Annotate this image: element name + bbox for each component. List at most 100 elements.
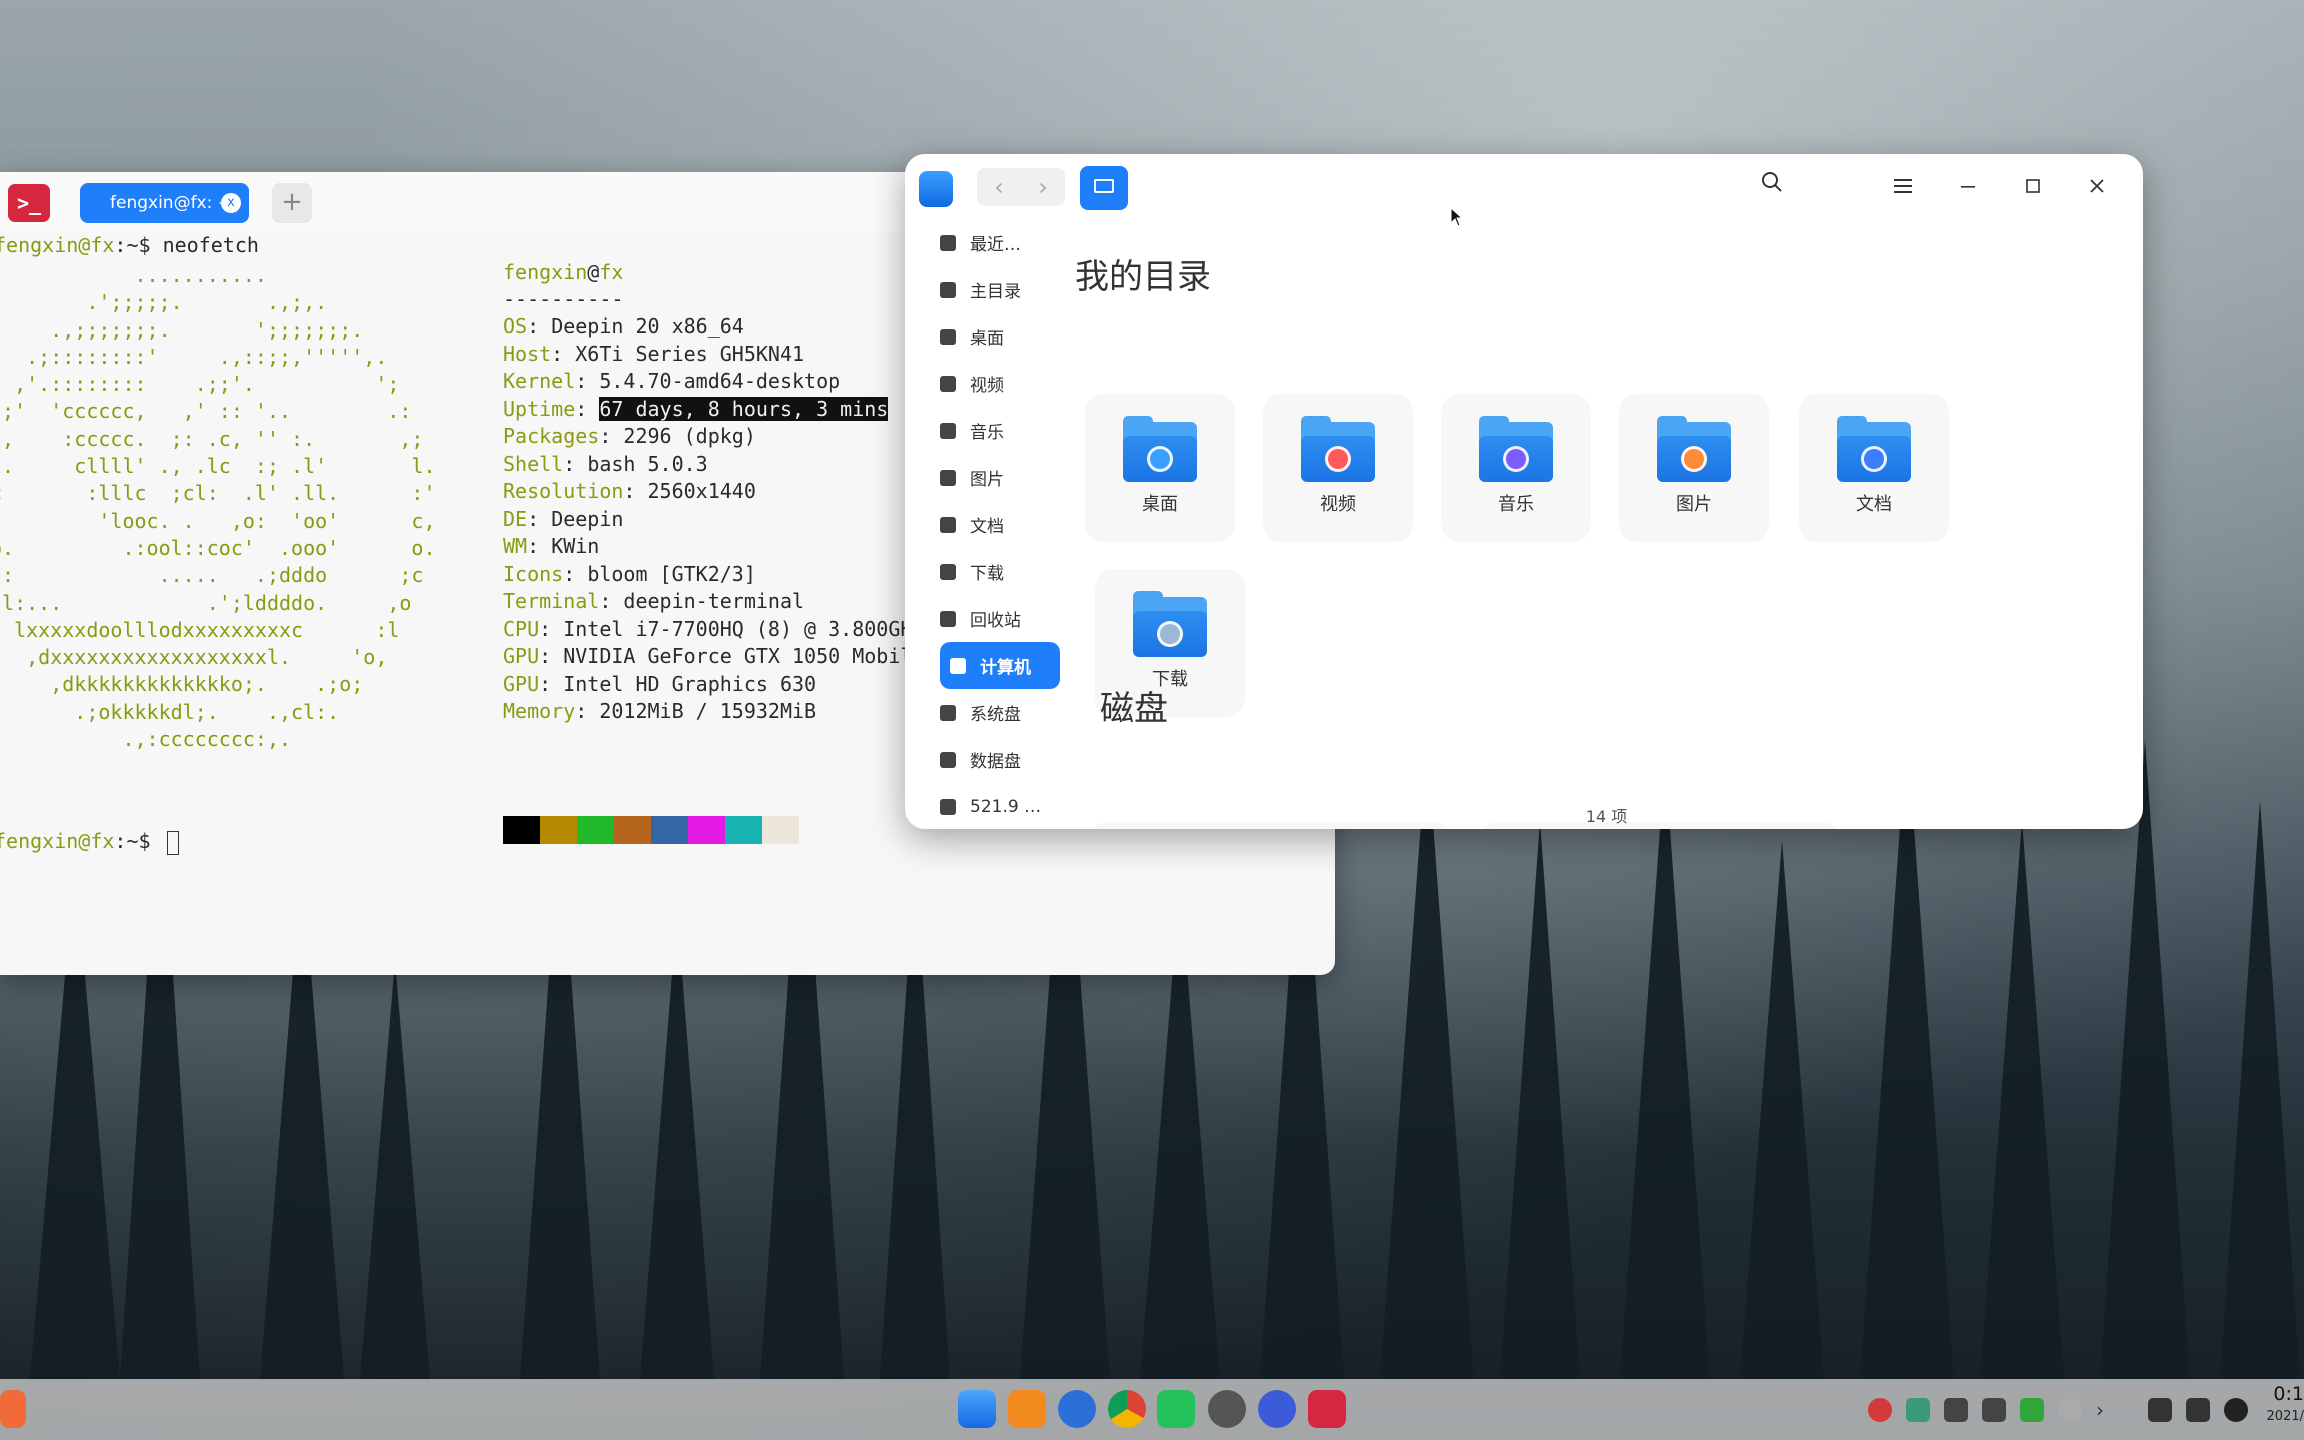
sidebar-item-6[interactable]: 文档 bbox=[930, 501, 1070, 548]
tree bbox=[2100, 740, 2190, 1380]
obs-icon[interactable] bbox=[1208, 1390, 1246, 1428]
music-icon bbox=[940, 422, 956, 439]
system-monitor-icon[interactable] bbox=[1258, 1390, 1296, 1428]
info-value: 2012MiB / 15932MiB bbox=[599, 699, 817, 723]
music-player-icon[interactable] bbox=[1157, 1390, 1195, 1428]
info-value: X6Ti Series GH5KN41 bbox=[575, 341, 805, 366]
sidebar-item-11[interactable]: 数据盘 bbox=[930, 736, 1070, 783]
file-manager-taskbar-icon[interactable] bbox=[958, 1390, 996, 1428]
info-key: GPU bbox=[503, 644, 540, 668]
info-line-gpu: GPU: Intel HD Graphics 630 bbox=[503, 671, 816, 698]
computer-icon bbox=[950, 657, 966, 674]
network-icon[interactable] bbox=[1982, 1398, 2006, 1422]
info-header: fengxin@fx bbox=[503, 259, 623, 286]
sidebar-item-7[interactable]: 下载 bbox=[930, 548, 1070, 595]
sidebar-item-10[interactable]: 系统盘 bbox=[930, 689, 1070, 736]
menu-button[interactable] bbox=[1883, 168, 1923, 208]
clock-time[interactable]: 0:1 bbox=[2273, 1383, 2304, 1405]
sidebar-item-label: 图片 bbox=[970, 470, 1004, 490]
info-line-resolution: Resolution: 2560x1440 bbox=[503, 478, 756, 505]
info-line-memory: Memory: 2012MiB / 15932MiB bbox=[503, 698, 816, 725]
color-swatch bbox=[614, 816, 651, 844]
info-value: 2296 (dpkg) bbox=[623, 424, 756, 448]
volume-icon[interactable] bbox=[1944, 1398, 1968, 1422]
folder-tile-3[interactable]: 图片 bbox=[1619, 394, 1769, 542]
launcher-icon[interactable] bbox=[0, 1390, 26, 1428]
info-line-packages: Packages: 2296 (dpkg) bbox=[503, 423, 756, 450]
power-icon[interactable] bbox=[2224, 1398, 2248, 1422]
sidebar-item-8[interactable]: 回收站 bbox=[930, 595, 1070, 642]
taskbar[interactable]: › 0:1 2021/ bbox=[0, 1379, 2304, 1440]
back-button[interactable]: ‹ bbox=[977, 168, 1021, 206]
info-line-de: DE: Deepin bbox=[503, 506, 623, 533]
info-key: Resolution bbox=[503, 479, 624, 503]
text-cursor bbox=[166, 830, 179, 855]
status-bar-item-count: 14 项 bbox=[1585, 807, 1628, 826]
sidebar-item-2[interactable]: 桌面 bbox=[930, 313, 1070, 360]
tray-expand-icon[interactable]: › bbox=[2096, 1398, 2120, 1422]
folder-icon bbox=[1657, 416, 1731, 482]
tray-record-icon[interactable] bbox=[1868, 1398, 1892, 1422]
file-manager-titlebar[interactable]: ‹ › bbox=[905, 154, 2143, 219]
close-tab-icon[interactable]: x bbox=[221, 193, 241, 213]
info-at: @ bbox=[587, 260, 600, 284]
document-icon bbox=[940, 516, 956, 533]
prompt-line[interactable]: fengxin@fx:~$ bbox=[0, 828, 179, 855]
sidebar-item-label: 桌面 bbox=[970, 329, 1004, 349]
close-button[interactable] bbox=[2077, 168, 2117, 208]
color-swatch bbox=[503, 816, 540, 844]
file-manager-window[interactable]: ‹ › 最近… 主目录 桌面 视频 音乐 图片 文档 下载 回收站 计算机 系统盘 数据盘 521.9 … bbox=[905, 154, 2143, 829]
chrome-icon[interactable] bbox=[1108, 1390, 1146, 1428]
info-key: CPU bbox=[503, 616, 540, 641]
terminal-tab[interactable]: fengxin@fx: ~ x bbox=[80, 183, 249, 223]
bluetooth-icon[interactable] bbox=[2058, 1398, 2082, 1422]
new-tab-button[interactable]: + bbox=[272, 183, 312, 223]
info-separator-colon: : bbox=[623, 479, 648, 503]
info-value: Intel HD Graphics 630 bbox=[563, 671, 817, 696]
folder-icon bbox=[1123, 416, 1197, 482]
sidebar-item-label: 计算机 bbox=[980, 658, 1031, 678]
folder-tile-2[interactable]: 音乐 bbox=[1441, 394, 1591, 542]
color-swatch bbox=[577, 816, 614, 844]
sidebar-item-1[interactable]: 主目录 bbox=[930, 266, 1070, 313]
tray-download-icon[interactable] bbox=[1906, 1398, 1930, 1422]
info-line-wm: WM: KWin bbox=[503, 533, 599, 560]
minimize-button[interactable] bbox=[1948, 168, 1988, 208]
color-swatch bbox=[725, 816, 762, 844]
sidebar-item-label: 回收站 bbox=[970, 611, 1021, 631]
folder-tile-4[interactable]: 文档 bbox=[1799, 394, 1949, 542]
keyboard-icon[interactable] bbox=[2186, 1398, 2210, 1422]
folder-icon bbox=[1133, 591, 1207, 657]
folder-tile-0[interactable]: 桌面 bbox=[1085, 394, 1235, 542]
sidebar-item-5[interactable]: 图片 bbox=[930, 454, 1070, 501]
breadcrumb-computer[interactable] bbox=[1080, 166, 1128, 210]
battery-icon[interactable] bbox=[2020, 1398, 2044, 1422]
sidebar-item-0[interactable]: 最近… bbox=[930, 219, 1070, 266]
sidebar-item-3[interactable]: 视频 bbox=[930, 360, 1070, 407]
info-line-icons: Icons: bloom [GTK2/3] bbox=[503, 561, 756, 588]
app-store-icon[interactable] bbox=[1008, 1390, 1046, 1428]
info-separator-colon: : bbox=[527, 506, 552, 531]
sidebar-item-4[interactable]: 音乐 bbox=[930, 407, 1070, 454]
search-button[interactable] bbox=[1752, 168, 1792, 208]
info-line-os: OS: Deepin 20 x86_64 bbox=[503, 313, 744, 340]
forward-button[interactable]: › bbox=[1021, 168, 1065, 206]
maximize-button[interactable] bbox=[2013, 168, 2053, 208]
folder-tile-1[interactable]: 视频 bbox=[1263, 394, 1413, 542]
folder-label: 图片 bbox=[1676, 494, 1712, 515]
info-separator-colon: : bbox=[599, 424, 624, 448]
nvidia-icon[interactable] bbox=[2148, 1398, 2172, 1422]
folder-icon bbox=[1837, 416, 1911, 482]
file-manager-app-icon bbox=[919, 171, 953, 207]
folder-label: 音乐 bbox=[1498, 494, 1534, 515]
terminal-app-icon[interactable]: >_ bbox=[8, 184, 50, 222]
color-swatch bbox=[762, 816, 799, 844]
info-key: DE bbox=[503, 506, 528, 531]
sidebar-item-9[interactable]: 计算机 bbox=[940, 642, 1060, 689]
info-separator: ---------- bbox=[503, 287, 624, 311]
info-line-gpu: GPU: NVIDIA GeForce GTX 1050 Mobile bbox=[503, 643, 924, 670]
terminal-taskbar-icon[interactable] bbox=[1308, 1390, 1346, 1428]
section-title-directories: 我的目录 bbox=[1075, 257, 1211, 297]
info-key: Host bbox=[503, 341, 552, 366]
settings-gear-icon[interactable] bbox=[1058, 1390, 1096, 1428]
